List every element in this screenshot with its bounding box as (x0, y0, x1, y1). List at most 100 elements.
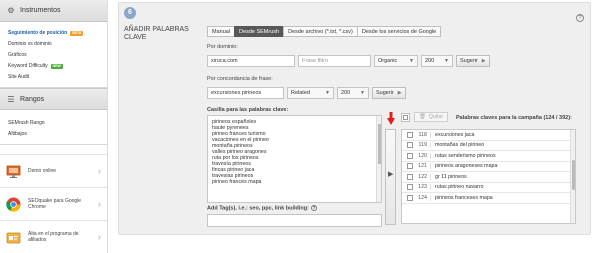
list-item[interactable]: 123 rutas pirineo navarro (402, 183, 575, 193)
sidebar-item-graficos[interactable]: Gráficos (0, 50, 107, 61)
scroll-thumb[interactable] (378, 124, 381, 164)
promo-seoquake-chrome[interactable]: SEOquake para Google Chrome › (0, 187, 107, 220)
row-keyword: excursiones jaca (435, 131, 475, 138)
play-icon: ▶ (481, 58, 486, 64)
row-number: 119 (417, 142, 431, 149)
sidebar-item-label: Altibajos (8, 131, 27, 137)
row-number: 124 (417, 194, 431, 201)
promo-demo-online[interactable]: Demo online › (0, 154, 107, 187)
sidebar-item-dominio[interactable]: Dominio vs dominio (0, 39, 107, 50)
chrome-icon (6, 197, 21, 212)
keyword-textarea[interactable]: pirineos españoles haute pyrenees pirine… (207, 115, 382, 203)
database-type-select[interactable]: Organic ▼ (374, 55, 418, 67)
sidebar: ⚙ Instrumentos Seguimiento de posición B… (0, 0, 108, 253)
sidebar-item-altibajos[interactable]: Altibajos (0, 129, 107, 140)
panel-title: AÑADIR PALABRAS CLAVE (124, 26, 189, 41)
sidebar-item-seguimiento[interactable]: Seguimiento de posición BETA (0, 28, 107, 39)
sidebar-item-label: Keyword Difficulty (8, 63, 48, 69)
sidebar-item-label: SEMrush Rango (8, 120, 45, 126)
row-checkbox[interactable] (407, 142, 413, 149)
select-all-checkbox[interactable] (401, 112, 410, 122)
instrumentos-header[interactable]: ⚙ Instrumentos (0, 0, 107, 22)
tab-desde-semrush[interactable]: Desde SEMrush (234, 26, 285, 37)
row-keyword: gr 11 pirineos (435, 173, 467, 180)
tab-servicios-google[interactable]: Desde los servicios de Google (356, 26, 442, 37)
row-checkbox[interactable] (407, 163, 413, 170)
play-icon: ▶ (388, 171, 394, 178)
list-item[interactable]: 119 montañas del pirineo (402, 141, 575, 151)
row-keyword: pirineos aragoneses mapa (435, 163, 498, 170)
domain-count-select[interactable]: 200 ▼ (421, 55, 453, 67)
row-checkbox[interactable] (407, 184, 413, 191)
affiliate-icon (6, 230, 21, 245)
beta-badge: BETA (70, 31, 84, 36)
tags-help-icon[interactable]: ? (310, 205, 317, 211)
tab-manual[interactable]: Manual (207, 26, 236, 37)
promo-label: SEOquake para Google Chrome (28, 197, 82, 211)
tags-label-text: Add Tag(s), i.e.: seo, ppc, link buildin… (207, 205, 309, 212)
list-item[interactable]: 120 rutas senderismo pirineos (402, 151, 575, 162)
phrase-input[interactable]: excursiones pirineos (207, 87, 284, 99)
domain-count-value: 200 (425, 58, 435, 64)
remove-row: 🗑 Quitar (401, 112, 449, 122)
instrumentos-title: Instrumentos (20, 7, 61, 14)
keyword-scrollbar[interactable] (376, 116, 381, 202)
step-number-badge: 6 (124, 7, 136, 19)
tab-desde-archivo[interactable]: Desde archivo (*.txt, *.csv) (283, 26, 358, 37)
instrumentos-list: Seguimiento de posición BETA Dominio vs … (0, 22, 107, 88)
help-icon[interactable]: ? (576, 14, 584, 22)
phrase-count-value: 200 (341, 90, 351, 96)
suggest-label: Sugerir (376, 90, 394, 96)
domain-suggest-button[interactable]: Sugerir ▶ (456, 55, 490, 67)
row-keyword: montañas del pirineo (435, 142, 485, 149)
list-item[interactable]: 118 excursiones jaca (402, 130, 575, 141)
campaign-scrollbar[interactable] (570, 130, 575, 223)
row-checkbox[interactable] (407, 152, 413, 159)
list-item[interactable]: 124 pirineos franceses mapa (402, 193, 575, 204)
sidebar-item-label: Gráficos (8, 52, 27, 58)
row-keyword: rutas pirineo navarro (435, 184, 484, 191)
row-checkbox[interactable] (407, 173, 413, 180)
row-number: 118 (417, 131, 431, 138)
tags-input[interactable] (207, 214, 382, 227)
sidebar-item-keyword-difficulty[interactable]: Keyword Difficulty NEW (0, 61, 107, 72)
monitor-icon (6, 164, 21, 179)
sidebar-item-label: Site Audit (8, 74, 30, 80)
suggest-label: Sugerir (460, 58, 478, 64)
domain-input[interactable]: xiruca.com (207, 55, 295, 67)
transfer-button[interactable]: ▶ (385, 129, 396, 225)
scroll-thumb[interactable] (572, 160, 575, 190)
remove-label: Quitar (428, 114, 444, 120)
checkbox-box (403, 114, 408, 120)
tags-label: Add Tag(s), i.e.: seo, ppc, link buildin… (207, 205, 317, 211)
row-number: 121 (417, 163, 431, 170)
rangos-header[interactable]: ☰ Rangos (0, 88, 107, 110)
row-keyword: pirineos franceses mapa (435, 194, 493, 201)
add-keywords-panel: 6 AÑADIR PALABRAS CLAVE ? Manual Desde S… (118, 2, 591, 235)
chevron-right-icon: › (98, 232, 101, 242)
sidebar-item-site-audit[interactable]: Site Audit (0, 72, 107, 83)
sidebar-item-label: Dominio vs dominio (8, 41, 52, 47)
chevron-right-icon: › (98, 166, 101, 176)
promo-label: Alta en el programa de afiliados (28, 230, 79, 244)
row-number: 120 (417, 152, 431, 159)
campaign-keyword-list: 118 excursiones jaca 119 montañas del piri… (401, 129, 576, 224)
row-checkbox[interactable] (407, 131, 413, 138)
sidebar-item-semrush-rango[interactable]: SEMrush Rango (0, 118, 107, 129)
promo-affiliate[interactable]: Alta en el programa de afiliados › (0, 220, 107, 253)
list-item[interactable]: 122 gr 11 pirineos (402, 172, 575, 183)
phrase-count-select[interactable]: 200 ▼ (337, 87, 369, 99)
play-icon: ▶ (397, 90, 402, 96)
phrase-suggest-button[interactable]: Sugerir ▶ (372, 87, 406, 99)
gear-icon: ⚙ (7, 6, 15, 15)
new-badge: NEW (50, 64, 63, 69)
row-number: 123 (417, 184, 431, 191)
match-type-select[interactable]: Related ▼ (287, 87, 334, 99)
database-type-value: Organic (378, 58, 398, 64)
remove-button[interactable]: 🗑 Quitar (414, 112, 449, 122)
keyword-box-label: Casilla para las palabras clave: (207, 107, 289, 113)
row-checkbox[interactable] (407, 194, 413, 201)
rangos-title: Rangos (20, 95, 45, 103)
list-item[interactable]: 121 pirineos aragoneses mapa (402, 162, 575, 172)
phrase-filter-input[interactable]: Frase filtro (298, 55, 371, 67)
